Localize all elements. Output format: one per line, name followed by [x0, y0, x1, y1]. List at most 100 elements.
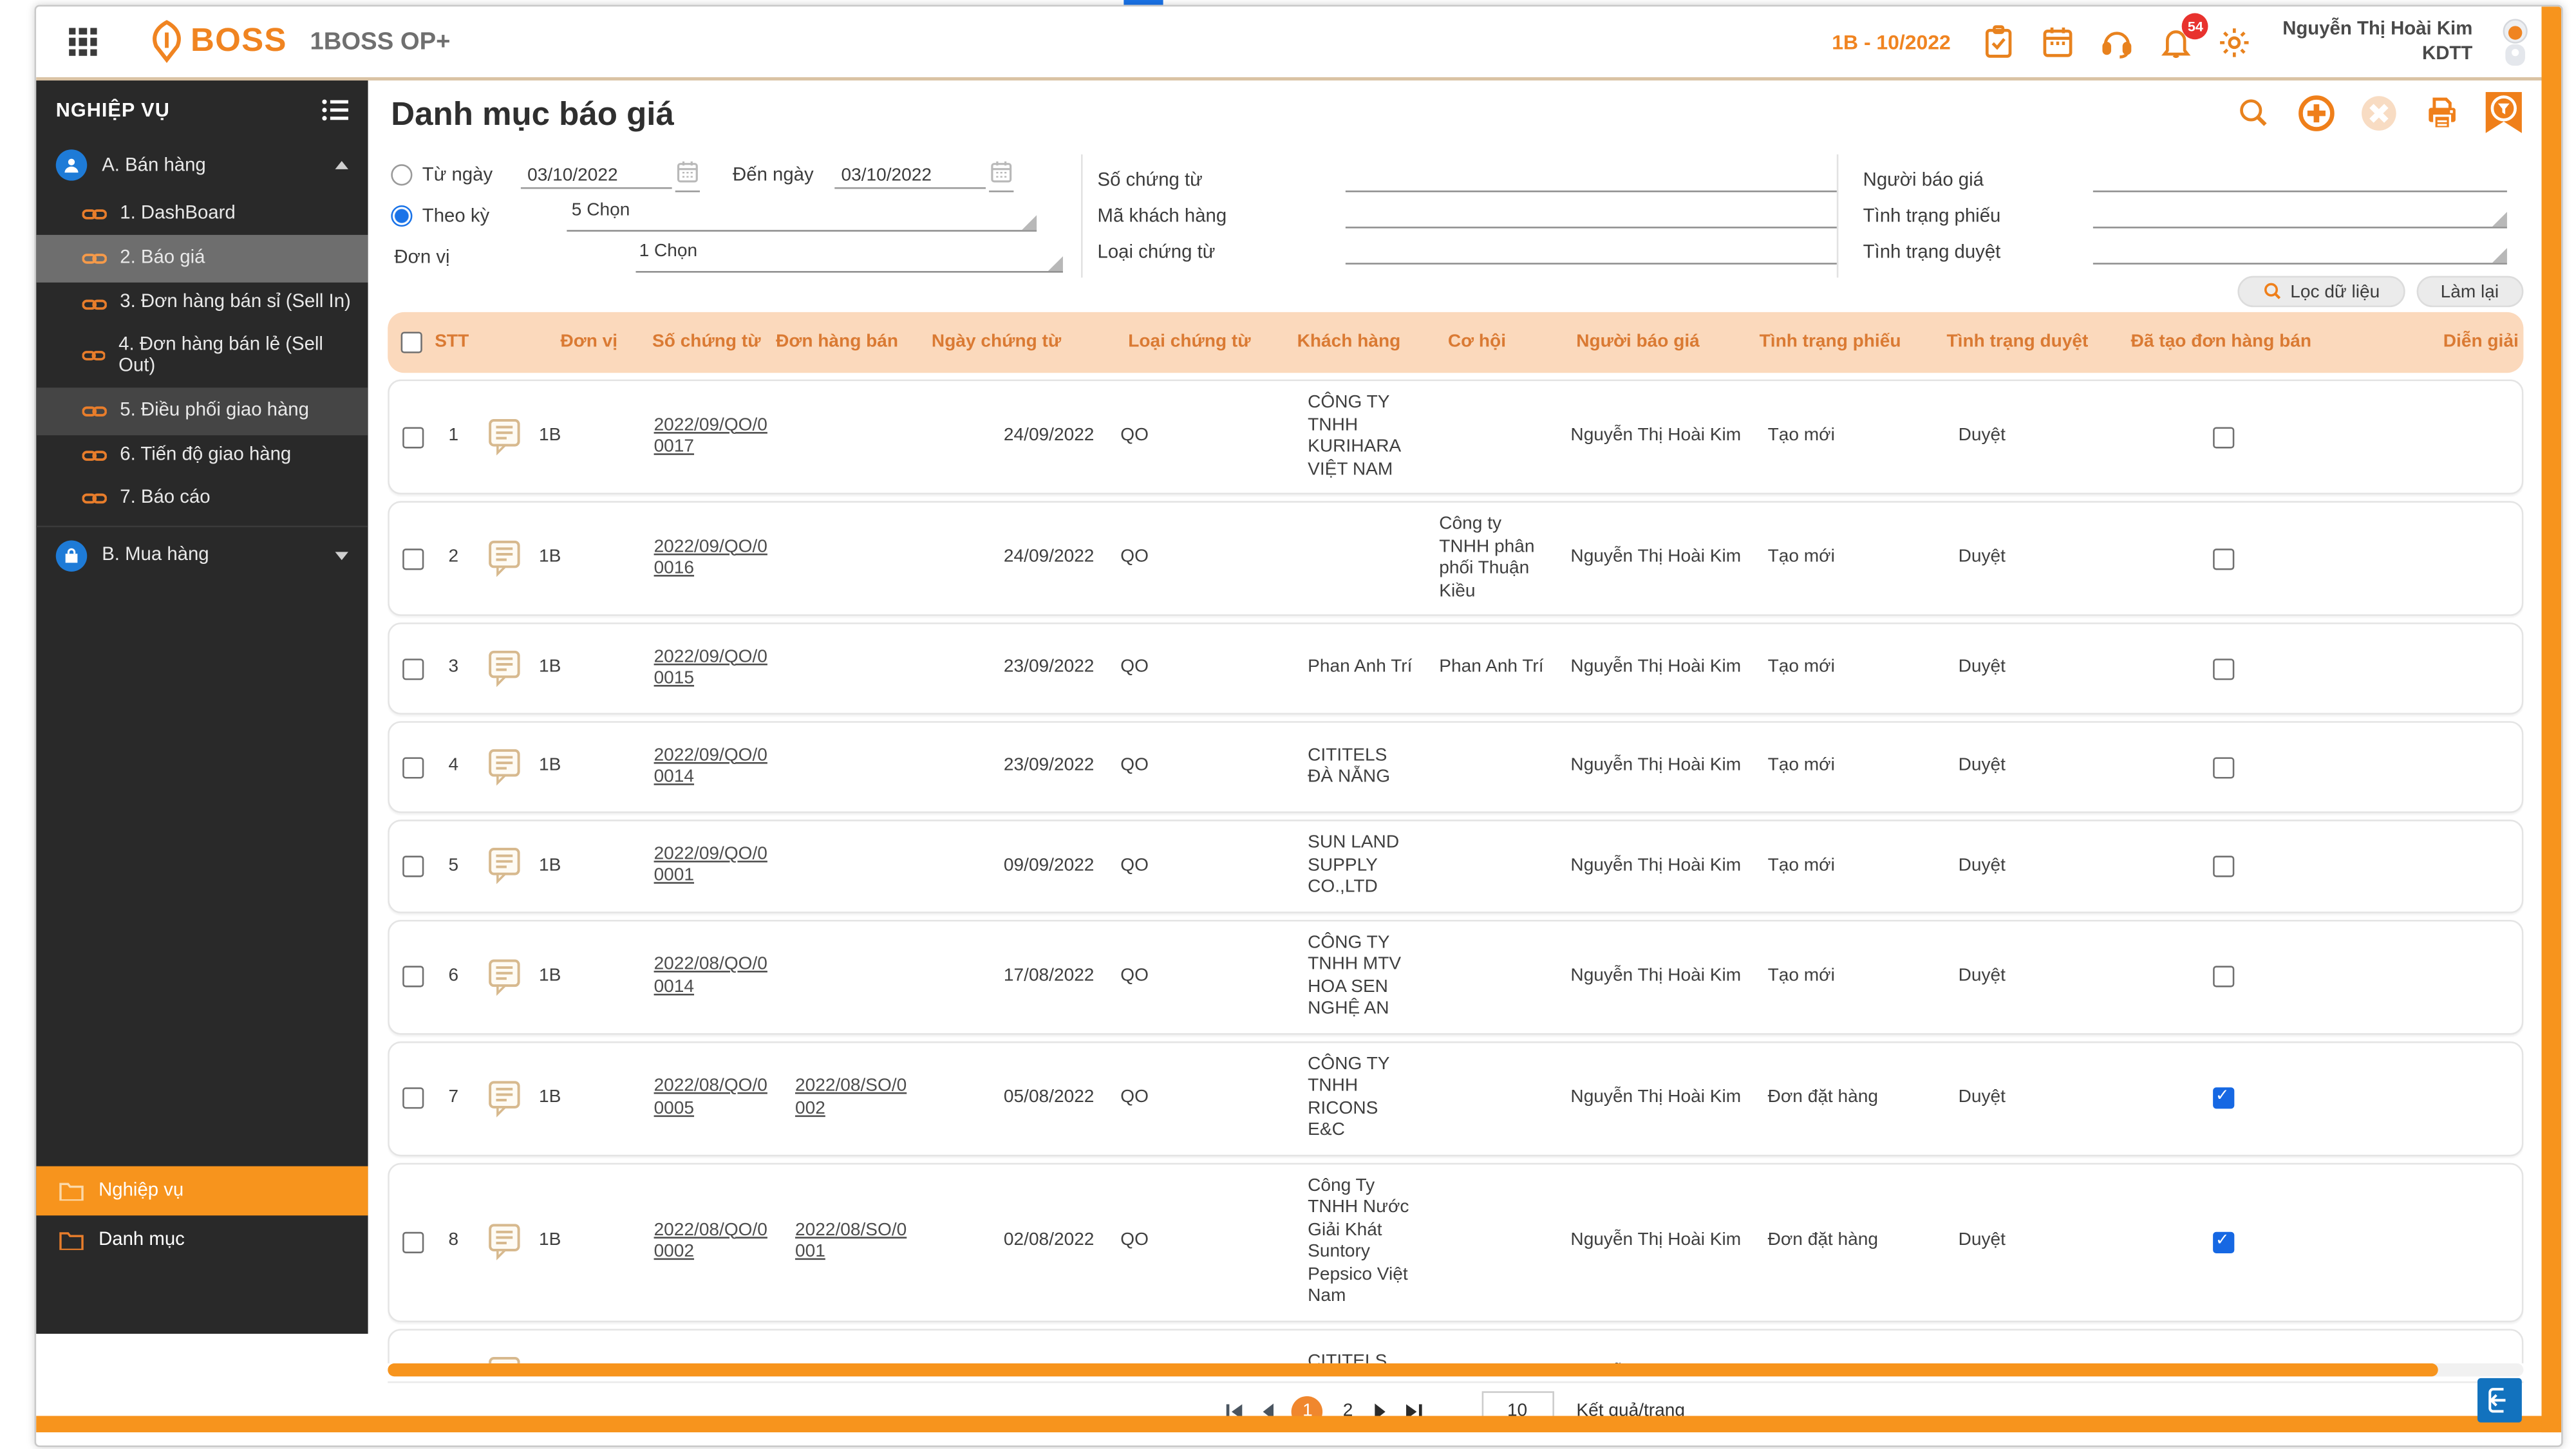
note-bubble-icon[interactable] — [471, 846, 537, 886]
period-label[interactable]: 1B - 10/2022 — [1832, 30, 1950, 53]
sales-order-link[interactable]: 2022/08/SO/0001 — [775, 1220, 901, 1264]
footer-item-danh-muc[interactable]: Danh mục — [36, 1215, 368, 1265]
scrollbar-thumb[interactable] — [388, 1363, 2438, 1376]
row-checkbox[interactable] — [402, 855, 423, 877]
doc-number-link[interactable]: 2022/08/QO/00005 — [644, 1076, 775, 1120]
ma-khach-hang-input[interactable] — [1346, 200, 1837, 228]
menu-list-icon[interactable] — [322, 98, 348, 122]
table-row[interactable]: 5 1B 2022/09/QO/00001 09/09/2022 QO SUN … — [388, 819, 2523, 912]
search-icon[interactable] — [2234, 93, 2273, 133]
calendar-picker-icon[interactable] — [989, 158, 1013, 191]
row-checkbox[interactable] — [402, 1231, 423, 1252]
apps-grid-icon[interactable] — [69, 28, 97, 55]
table-row[interactable]: 7 1B 2022/08/QO/00005 2022/08/SO/0002 05… — [388, 1041, 2523, 1156]
table-row[interactable]: 2 1B 2022/09/QO/00016 24/09/2022 QO Công… — [388, 501, 2523, 616]
sidebar-item-dieu-phoi[interactable]: 5. Điều phối giao hàng — [36, 388, 368, 436]
table-row[interactable]: 3 1B 2022/09/QO/00015 23/09/2022 QO Phan… — [388, 622, 2523, 715]
sidebar-section-ban-hang[interactable]: A. Bán hàng — [36, 136, 368, 194]
note-bubble-icon[interactable] — [471, 747, 537, 787]
sidebar-item-sell-out[interactable]: 4. Đơn hàng bán lẻ (Sell Out) — [36, 324, 368, 388]
tu-ngay-input[interactable]: 03/10/2022 — [521, 162, 672, 188]
row-checkbox[interactable] — [402, 756, 423, 778]
filter-data-button[interactable]: Lọc dữ liệu — [2238, 276, 2405, 307]
horizontal-scrollbar[interactable] — [388, 1363, 2523, 1376]
row-checkbox[interactable] — [402, 548, 423, 569]
doc-number-link[interactable]: 2022/09/QO/00001 — [644, 844, 775, 888]
table-row[interactable]: 1 1B 2022/09/QO/00017 24/09/2022 QO CÔNG… — [388, 379, 2523, 494]
sidebar-item-sell-in[interactable]: 3. Đơn hàng bán sỉ (Sell In) — [36, 283, 368, 324]
da-tao-checkbox[interactable] — [2212, 966, 2233, 987]
theo-ky-radio[interactable] — [391, 205, 412, 227]
note-bubble-icon[interactable] — [471, 417, 537, 456]
doc-number-link[interactable]: 2022/08/QO/00002 — [644, 1220, 775, 1264]
doc-number-link[interactable]: 2022/08/QO/00014 — [644, 955, 775, 999]
da-tao-checkbox[interactable] — [2212, 658, 2233, 679]
tinh-trang-duyet-select[interactable] — [2093, 236, 2507, 264]
row-nguoi-bao-gia: Nguyễn Thị Hoài Kim — [1545, 966, 1735, 987]
da-tao-checkbox[interactable] — [2212, 548, 2233, 569]
da-tao-checkbox[interactable] — [2212, 855, 2233, 877]
den-ngay-label: Đến ngày — [733, 165, 834, 185]
clear-icon[interactable] — [2359, 93, 2398, 133]
tasks-icon[interactable] — [1980, 24, 2017, 60]
dropdown-corner-icon — [1022, 215, 1037, 230]
note-bubble-icon[interactable] — [471, 957, 537, 996]
sidebar-item-dashboard[interactable]: 1. DashBoard — [36, 194, 368, 235]
calendar-icon[interactable] — [2040, 24, 2076, 60]
sales-order-link[interactable]: 2022/08/SO/0002 — [775, 1076, 901, 1120]
row-ngay-chung-tu: 24/09/2022 — [902, 426, 1095, 448]
note-bubble-icon[interactable] — [471, 539, 537, 578]
reset-button[interactable]: Làm lại — [2416, 276, 2523, 307]
da-tao-checkbox[interactable] — [2212, 1087, 2233, 1108]
note-bubble-icon[interactable] — [471, 1354, 537, 1363]
row-stt: 4 — [435, 756, 471, 778]
dropdown-corner-icon — [2492, 212, 2507, 227]
note-bubble-icon[interactable] — [471, 1078, 537, 1117]
row-stt: 8 — [435, 1231, 471, 1253]
loai-chung-tu-label: Loại chứng từ — [1098, 243, 1346, 265]
tu-ngay-radio[interactable] — [391, 164, 412, 185]
so-chung-tu-input[interactable] — [1346, 164, 1837, 192]
tinh-trang-phieu-select[interactable] — [2093, 200, 2507, 228]
da-tao-checkbox[interactable] — [2212, 756, 2233, 778]
doc-number-link[interactable]: 2022/09/QO/00016 — [644, 536, 775, 581]
settings-gear-icon[interactable] — [2217, 24, 2253, 60]
row-checkbox[interactable] — [402, 1087, 423, 1108]
table-row[interactable]: 8 1B 2022/08/QO/00002 2022/08/SO/0001 02… — [388, 1162, 2523, 1322]
table-row[interactable]: 6 1B 2022/08/QO/00014 17/08/2022 QO CÔNG… — [388, 919, 2523, 1034]
row-ngay-chung-tu: 02/08/2022 — [902, 1231, 1095, 1253]
don-vi-select[interactable]: 1 Chọn — [636, 241, 1063, 272]
table-row[interactable]: 4 1B 2022/09/QO/00014 23/09/2022 QO CITI… — [388, 721, 2523, 813]
nguoi-bao-gia-input[interactable] — [2093, 164, 2507, 192]
note-bubble-icon[interactable] — [471, 649, 537, 688]
den-ngay-input[interactable]: 03/10/2022 — [834, 162, 986, 188]
da-tao-checkbox[interactable] — [2212, 426, 2233, 447]
print-icon[interactable] — [2421, 93, 2461, 133]
theo-ky-select[interactable]: 5 Chọn — [567, 200, 1037, 231]
doc-number-link[interactable]: 2022/09/QO/00014 — [644, 745, 775, 789]
sidebar-item-bao-cao[interactable]: 7. Báo cáo — [36, 477, 368, 518]
sidebar-item-bao-gia[interactable]: 2. Báo giá — [36, 235, 368, 283]
doc-number-link[interactable]: 2022/09/QO/00017 — [644, 415, 775, 459]
row-checkbox[interactable] — [402, 426, 423, 447]
da-tao-checkbox[interactable] — [2212, 1231, 2233, 1252]
row-khach-hang: CITITELS ĐÀ NẴNG — [1288, 1352, 1413, 1363]
sidebar-section-mua-hang[interactable]: B. Mua hàng — [36, 525, 368, 584]
note-bubble-icon[interactable] — [471, 1222, 537, 1261]
footer-item-nghiep-vu[interactable]: Nghiệp vụ — [36, 1166, 368, 1216]
notifications-bell-icon[interactable]: 54 — [2158, 24, 2194, 60]
headset-icon[interactable] — [2098, 24, 2134, 60]
table-row[interactable]: 9 1B 2022/07/QO/0 19/07/2022 QO CITITELS… — [388, 1328, 2523, 1363]
calendar-picker-icon[interactable] — [675, 158, 700, 191]
add-icon[interactable] — [2297, 93, 2336, 133]
row-checkbox[interactable] — [402, 658, 423, 679]
row-checkbox[interactable] — [402, 966, 423, 987]
filter-bookmark-icon[interactable] — [2484, 93, 2523, 133]
doc-number-link[interactable]: 2022/09/QO/00015 — [644, 646, 775, 691]
logout-button[interactable] — [2477, 1378, 2522, 1423]
user-info[interactable]: Nguyễn Thị Hoài Kim KDTT — [2282, 17, 2472, 66]
select-all-checkbox[interactable] — [400, 332, 421, 353]
sidebar-item-tien-do[interactable]: 6. Tiến độ giao hàng — [36, 436, 368, 477]
loai-chung-tu-input[interactable] — [1346, 236, 1837, 264]
user-avatar[interactable] — [2496, 15, 2535, 68]
